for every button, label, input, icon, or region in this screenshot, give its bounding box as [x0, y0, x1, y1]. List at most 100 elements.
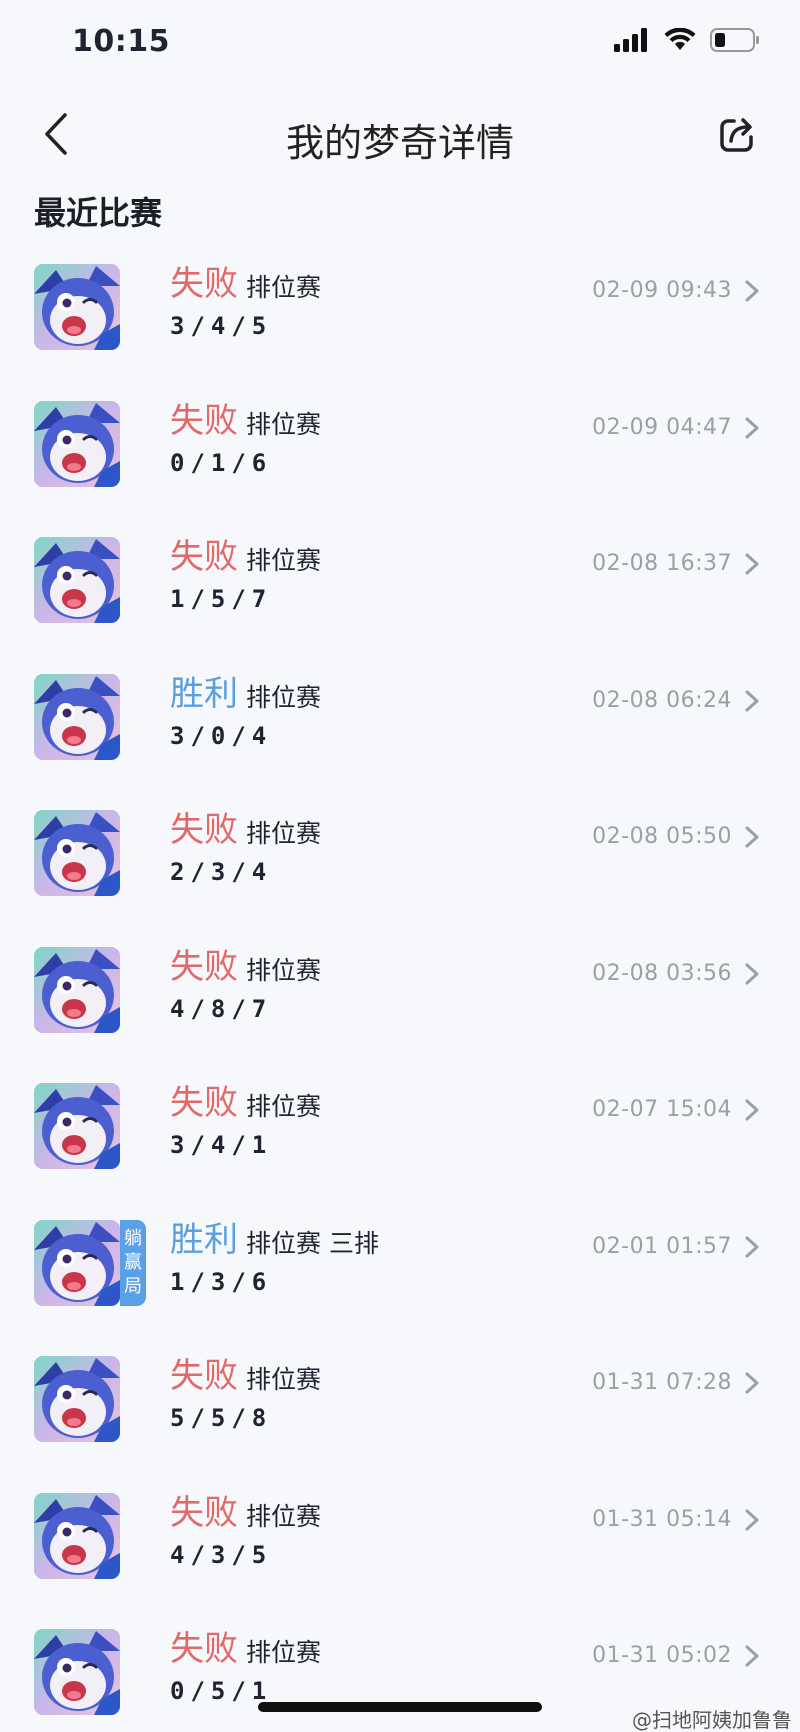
- match-result: 失败: [170, 1083, 238, 1123]
- match-time: 01-31 07:28: [592, 1370, 732, 1395]
- hero-avatar: [34, 673, 120, 760]
- match-time: 02-08 05:50: [592, 824, 732, 849]
- hero-portrait-icon: [34, 1629, 120, 1715]
- match-result: 失败: [170, 946, 238, 987]
- avatar-wrap: 躺赢局: [34, 1219, 146, 1306]
- hero-portrait-icon: [34, 673, 120, 760]
- match-time: 02-09 09:43: [592, 278, 732, 303]
- match-result: 失败: [170, 264, 238, 304]
- match-row[interactable]: 失败 排位赛 1/5/7 02-08 16:37: [0, 521, 800, 658]
- match-time: 02-08 03:56: [592, 960, 732, 986]
- match-row[interactable]: 失败 排位赛 3/4/5 02-09 09:43: [0, 248, 800, 385]
- match-kda: 2/3/4: [170, 858, 273, 886]
- match-mode: 排位赛: [246, 273, 322, 302]
- match-result: 胜利: [170, 1219, 238, 1260]
- chevron-right-icon: [744, 1098, 760, 1122]
- match-time: 02-07 15:04: [592, 1097, 732, 1122]
- match-list: 失败 排位赛 3/4/5 02-09 09:43 失败 排位赛 0/1/6 02…: [0, 248, 800, 1732]
- match-row[interactable]: 胜利 排位赛 3/0/4 02-08 06:24: [0, 658, 800, 795]
- match-mode: 排位赛 三排: [246, 1228, 379, 1258]
- match-kda: 3/4/1: [170, 1131, 273, 1159]
- match-result: 失败: [170, 400, 238, 441]
- match-mode: 排位赛: [246, 1501, 322, 1531]
- hero-avatar: [34, 1219, 120, 1306]
- hero-portrait-icon: [34, 400, 120, 487]
- page-title: 我的梦奇详情: [285, 121, 514, 165]
- match-result: 失败: [170, 1629, 238, 1669]
- carried-badge: 躺赢局: [120, 1219, 146, 1306]
- match-kda: 3/0/4: [170, 721, 273, 750]
- chevron-right-icon: [744, 962, 760, 986]
- match-kda: 4/8/7: [170, 994, 273, 1023]
- avatar-wrap: [34, 264, 120, 350]
- share-icon: [719, 115, 757, 157]
- match-time: 02-08 16:37: [592, 551, 732, 576]
- chevron-right-icon: [744, 1644, 760, 1668]
- match-result: 胜利: [170, 673, 238, 714]
- match-row[interactable]: 失败 排位赛 0/1/6 02-09 04:47: [0, 385, 800, 522]
- match-kda: 1/5/7: [170, 585, 273, 613]
- chevron-right-icon: [744, 1508, 760, 1532]
- chevron-right-icon: [744, 1371, 760, 1395]
- hero-avatar: [34, 1083, 120, 1169]
- section-title: 最近比赛: [34, 194, 163, 232]
- chevron-right-icon: [744, 1235, 760, 1259]
- match-row[interactable]: 失败 排位赛 2/3/4 02-08 05:50: [0, 794, 800, 931]
- hero-portrait-icon: [34, 1219, 120, 1306]
- avatar-wrap: [34, 1083, 120, 1169]
- match-row[interactable]: 失败 排位赛 4/8/7 02-08 03:56: [0, 931, 800, 1068]
- hero-portrait-icon: [34, 1083, 120, 1169]
- match-result: 失败: [170, 1492, 238, 1533]
- status-icons: [614, 27, 760, 56]
- match-result: 失败: [170, 1356, 238, 1396]
- match-kda: 3/4/5: [170, 312, 273, 340]
- chevron-right-icon: [744, 825, 760, 849]
- hero-avatar: [34, 400, 120, 487]
- wifi-icon: [664, 27, 696, 56]
- match-result: 失败: [170, 537, 238, 577]
- match-kda: 1/3/6: [170, 1267, 273, 1296]
- match-kda: 4/3/5: [170, 1540, 273, 1569]
- chevron-right-icon: [744, 416, 760, 440]
- match-time: 02-09 04:47: [592, 414, 732, 440]
- match-mode: 排位赛: [246, 409, 322, 439]
- hero-portrait-icon: [34, 264, 120, 350]
- hero-portrait-icon: [34, 1356, 120, 1442]
- screen: 10:15 我的梦奇详情 最近比赛 失败 排位赛 3/4/5 02-09 09:…: [0, 0, 800, 1732]
- chevron-right-icon: [744, 552, 760, 576]
- hero-portrait-icon: [34, 946, 120, 1033]
- avatar-wrap: [34, 810, 120, 896]
- hero-avatar: [34, 1629, 120, 1715]
- hero-avatar: [34, 537, 120, 623]
- home-indicator[interactable]: [258, 1702, 542, 1712]
- match-kda: 0/1/6: [170, 448, 273, 477]
- match-row[interactable]: 失败 排位赛 4/3/5 01-31 05:14: [0, 1477, 800, 1614]
- chevron-right-icon: [744, 279, 760, 303]
- status-bar: 10:15: [0, 0, 800, 88]
- watermark: @扫地阿姨加鲁鲁: [632, 1708, 792, 1732]
- hero-portrait-icon: [34, 810, 120, 896]
- chevron-right-icon: [744, 689, 760, 713]
- hero-avatar: [34, 1356, 120, 1442]
- avatar-wrap: [34, 946, 120, 1033]
- hero-avatar: [34, 1492, 120, 1579]
- match-result: 失败: [170, 810, 238, 850]
- match-mode: 排位赛: [246, 546, 322, 575]
- share-button[interactable]: [712, 110, 764, 162]
- match-kda: 0/5/1: [170, 1677, 273, 1705]
- status-time: 10:15: [72, 24, 170, 59]
- match-kda: 5/5/8: [170, 1404, 273, 1432]
- match-row[interactable]: 失败 排位赛 5/5/8 01-31 07:28: [0, 1340, 800, 1477]
- match-mode: 排位赛: [246, 682, 322, 712]
- avatar-wrap: [34, 537, 120, 623]
- match-mode: 排位赛: [246, 1365, 322, 1394]
- match-row[interactable]: 躺赢局 胜利 排位赛 三排 1/3/6 02-01 01:57: [0, 1204, 800, 1341]
- nav-bar: 我的梦奇详情: [0, 96, 800, 176]
- match-time: 01-31 05:02: [592, 1643, 732, 1668]
- battery-icon: [710, 28, 760, 56]
- avatar-wrap: [34, 400, 120, 487]
- match-mode: 排位赛: [246, 955, 322, 985]
- match-row[interactable]: 失败 排位赛 3/4/1 02-07 15:04: [0, 1067, 800, 1204]
- hero-avatar: [34, 810, 120, 896]
- match-time: 02-01 01:57: [592, 1233, 732, 1259]
